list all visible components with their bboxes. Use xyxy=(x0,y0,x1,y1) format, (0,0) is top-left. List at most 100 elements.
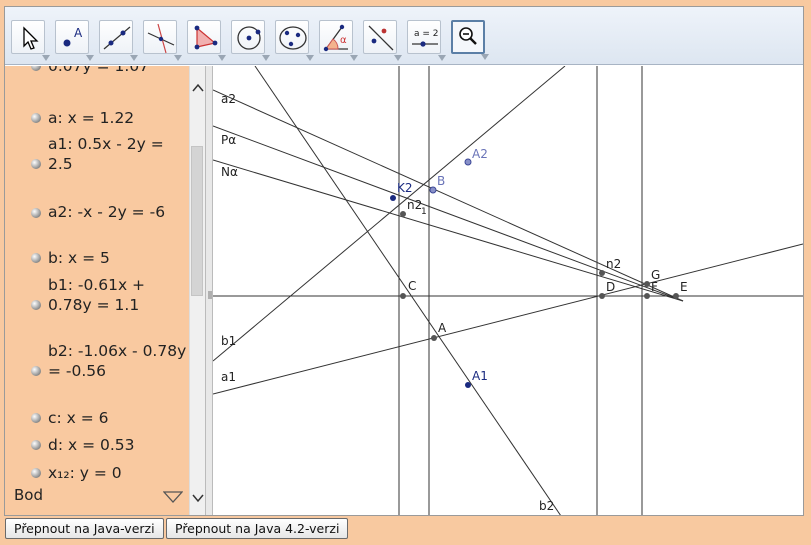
label-n21: n2 xyxy=(407,198,422,212)
algebra-view: 0.07y = 1.07 a: x = 1.22 a1: 0.5x - 2y =… xyxy=(5,66,205,515)
zoom-out-tool-button[interactable] xyxy=(451,20,489,60)
chevron-down-icon[interactable] xyxy=(438,55,446,61)
scrollbar-thumb[interactable] xyxy=(191,146,203,296)
algebra-item-text: 0.07y = 1.07 xyxy=(48,66,150,75)
label-n21-subscript: 1 xyxy=(421,207,427,217)
perpendicular-line-icon xyxy=(147,23,175,54)
conic-icon xyxy=(279,26,307,50)
line-tool-button[interactable] xyxy=(99,20,138,61)
chevron-down-icon[interactable] xyxy=(218,55,226,61)
point-D[interactable] xyxy=(599,293,605,299)
chevron-down-icon[interactable] xyxy=(42,55,50,61)
chevron-down-icon[interactable] xyxy=(481,54,489,60)
chevron-down-icon[interactable] xyxy=(130,55,138,61)
angle-icon: α xyxy=(323,24,348,52)
point-n21[interactable] xyxy=(400,211,406,217)
label-n2: n2 xyxy=(606,257,621,271)
algebra-item-text: b1: -0.61x + 0.78y = 1.1 xyxy=(48,276,146,314)
chevron-down-icon[interactable] xyxy=(174,55,182,61)
angle-tool-button[interactable]: α xyxy=(319,20,358,61)
label-n-alpha: Nα xyxy=(221,165,238,179)
line-b1[interactable] xyxy=(212,65,566,362)
collapse-triangle-icon[interactable] xyxy=(163,491,183,503)
slider-tool-label: a = 2 xyxy=(414,29,439,39)
label-E: E xyxy=(680,280,688,294)
algebra-item-text: d: x = 0.53 xyxy=(48,436,135,454)
line-p-alpha[interactable] xyxy=(212,125,684,302)
toolbar: A α a = 2 xyxy=(5,7,803,65)
slider-tool-button[interactable]: a = 2 xyxy=(407,20,446,61)
visibility-bullet-icon[interactable] xyxy=(31,253,41,263)
switch-java42-button[interactable]: Přepnout na Java 4.2-verzi xyxy=(166,518,349,539)
algebra-item-text: a2: -x - 2y = -6 xyxy=(48,203,166,221)
slider-icon: a = 2 xyxy=(412,29,439,47)
point-A2[interactable] xyxy=(464,158,472,166)
conic-tool-button[interactable] xyxy=(275,20,314,61)
reflect-icon xyxy=(368,25,394,51)
label-C: C xyxy=(408,279,416,293)
point-C[interactable] xyxy=(400,293,406,299)
category-label-bod[interactable]: Bod xyxy=(14,486,43,504)
scroll-up-icon[interactable] xyxy=(190,80,205,96)
point-G[interactable] xyxy=(644,281,650,287)
chevron-down-icon[interactable] xyxy=(86,55,94,61)
geometry-canvas[interactable]: a2 Pα Nα b1 a1 b2 A2 K2 B n2 1 C n2 D G … xyxy=(212,65,803,516)
cursor-arrow-icon xyxy=(23,26,39,50)
algebra-item-text: a: x = 1.22 xyxy=(48,109,135,127)
visibility-bullet-icon[interactable] xyxy=(31,300,41,310)
reflect-tool-button[interactable] xyxy=(363,20,402,61)
label-D: D xyxy=(606,280,615,294)
label-A2: A2 xyxy=(472,147,488,161)
chevron-down-icon[interactable] xyxy=(394,55,402,61)
point-K2[interactable] xyxy=(390,195,396,201)
algebra-item-text: a1: 0.5x - 2y = 2.5 xyxy=(48,135,164,173)
visibility-bullet-icon[interactable] xyxy=(31,440,41,450)
point-A1[interactable] xyxy=(465,382,471,388)
chevron-down-icon[interactable] xyxy=(350,55,358,61)
label-a2: a2 xyxy=(221,92,236,106)
label-F: F xyxy=(651,280,658,294)
chevron-down-icon[interactable] xyxy=(306,55,314,61)
visibility-bullet-icon[interactable] xyxy=(31,113,41,123)
point-tool-button[interactable]: A xyxy=(55,20,94,61)
point-tool-label: A xyxy=(74,26,83,40)
visibility-bullet-icon[interactable] xyxy=(31,66,41,71)
app-window: A α a = 2 0.07y = 1.07 a: x = 1.22 a1: 0… xyxy=(0,0,811,545)
point-A[interactable] xyxy=(431,335,437,341)
point-E[interactable] xyxy=(673,293,679,299)
visibility-bullet-icon[interactable] xyxy=(31,208,41,218)
visibility-bullet-icon[interactable] xyxy=(31,413,41,423)
algebra-item-text: c: x = 6 xyxy=(48,409,109,427)
geogebra-applet: A α a = 2 0.07y = 1.07 a: x = 1.22 a1: 0… xyxy=(4,6,804,516)
point-icon: A xyxy=(63,26,83,47)
label-A1: A1 xyxy=(472,369,488,383)
chevron-down-icon[interactable] xyxy=(262,55,270,61)
polygon-icon xyxy=(194,25,218,50)
view-splitter[interactable] xyxy=(205,66,213,515)
line-a1[interactable] xyxy=(212,243,803,395)
perpendicular-tool-button[interactable] xyxy=(143,20,182,61)
point-F[interactable] xyxy=(644,293,650,299)
algebra-item-text: b: x = 5 xyxy=(48,249,110,267)
algebra-item-text: x₁₂: y = 0 xyxy=(48,464,122,482)
point-B[interactable] xyxy=(429,186,437,194)
scroll-down-icon[interactable] xyxy=(190,490,205,506)
circle-tool-button[interactable] xyxy=(231,20,270,61)
label-b2: b2 xyxy=(539,499,554,513)
circle-icon xyxy=(237,26,261,50)
line-icon xyxy=(103,26,131,50)
label-b1: b1 xyxy=(221,334,236,348)
visibility-bullet-icon[interactable] xyxy=(31,159,41,169)
zoom-out-icon xyxy=(459,27,477,45)
visibility-bullet-icon[interactable] xyxy=(31,366,41,376)
graphics-view[interactable]: a2 Pα Nα b1 a1 b2 A2 K2 B n2 1 C n2 D G … xyxy=(212,65,803,516)
label-K2: K2 xyxy=(397,181,413,195)
label-a1: a1 xyxy=(221,370,236,384)
footer-bar: Přepnout na Java-verzi Přepnout na Java … xyxy=(0,516,811,545)
angle-symbol: α xyxy=(340,35,347,46)
visibility-bullet-icon[interactable] xyxy=(31,468,41,478)
point-n2[interactable] xyxy=(599,270,605,276)
move-tool-button[interactable] xyxy=(11,20,50,61)
switch-java-button[interactable]: Přepnout na Java-verzi xyxy=(5,518,164,539)
polygon-tool-button[interactable] xyxy=(187,20,226,61)
